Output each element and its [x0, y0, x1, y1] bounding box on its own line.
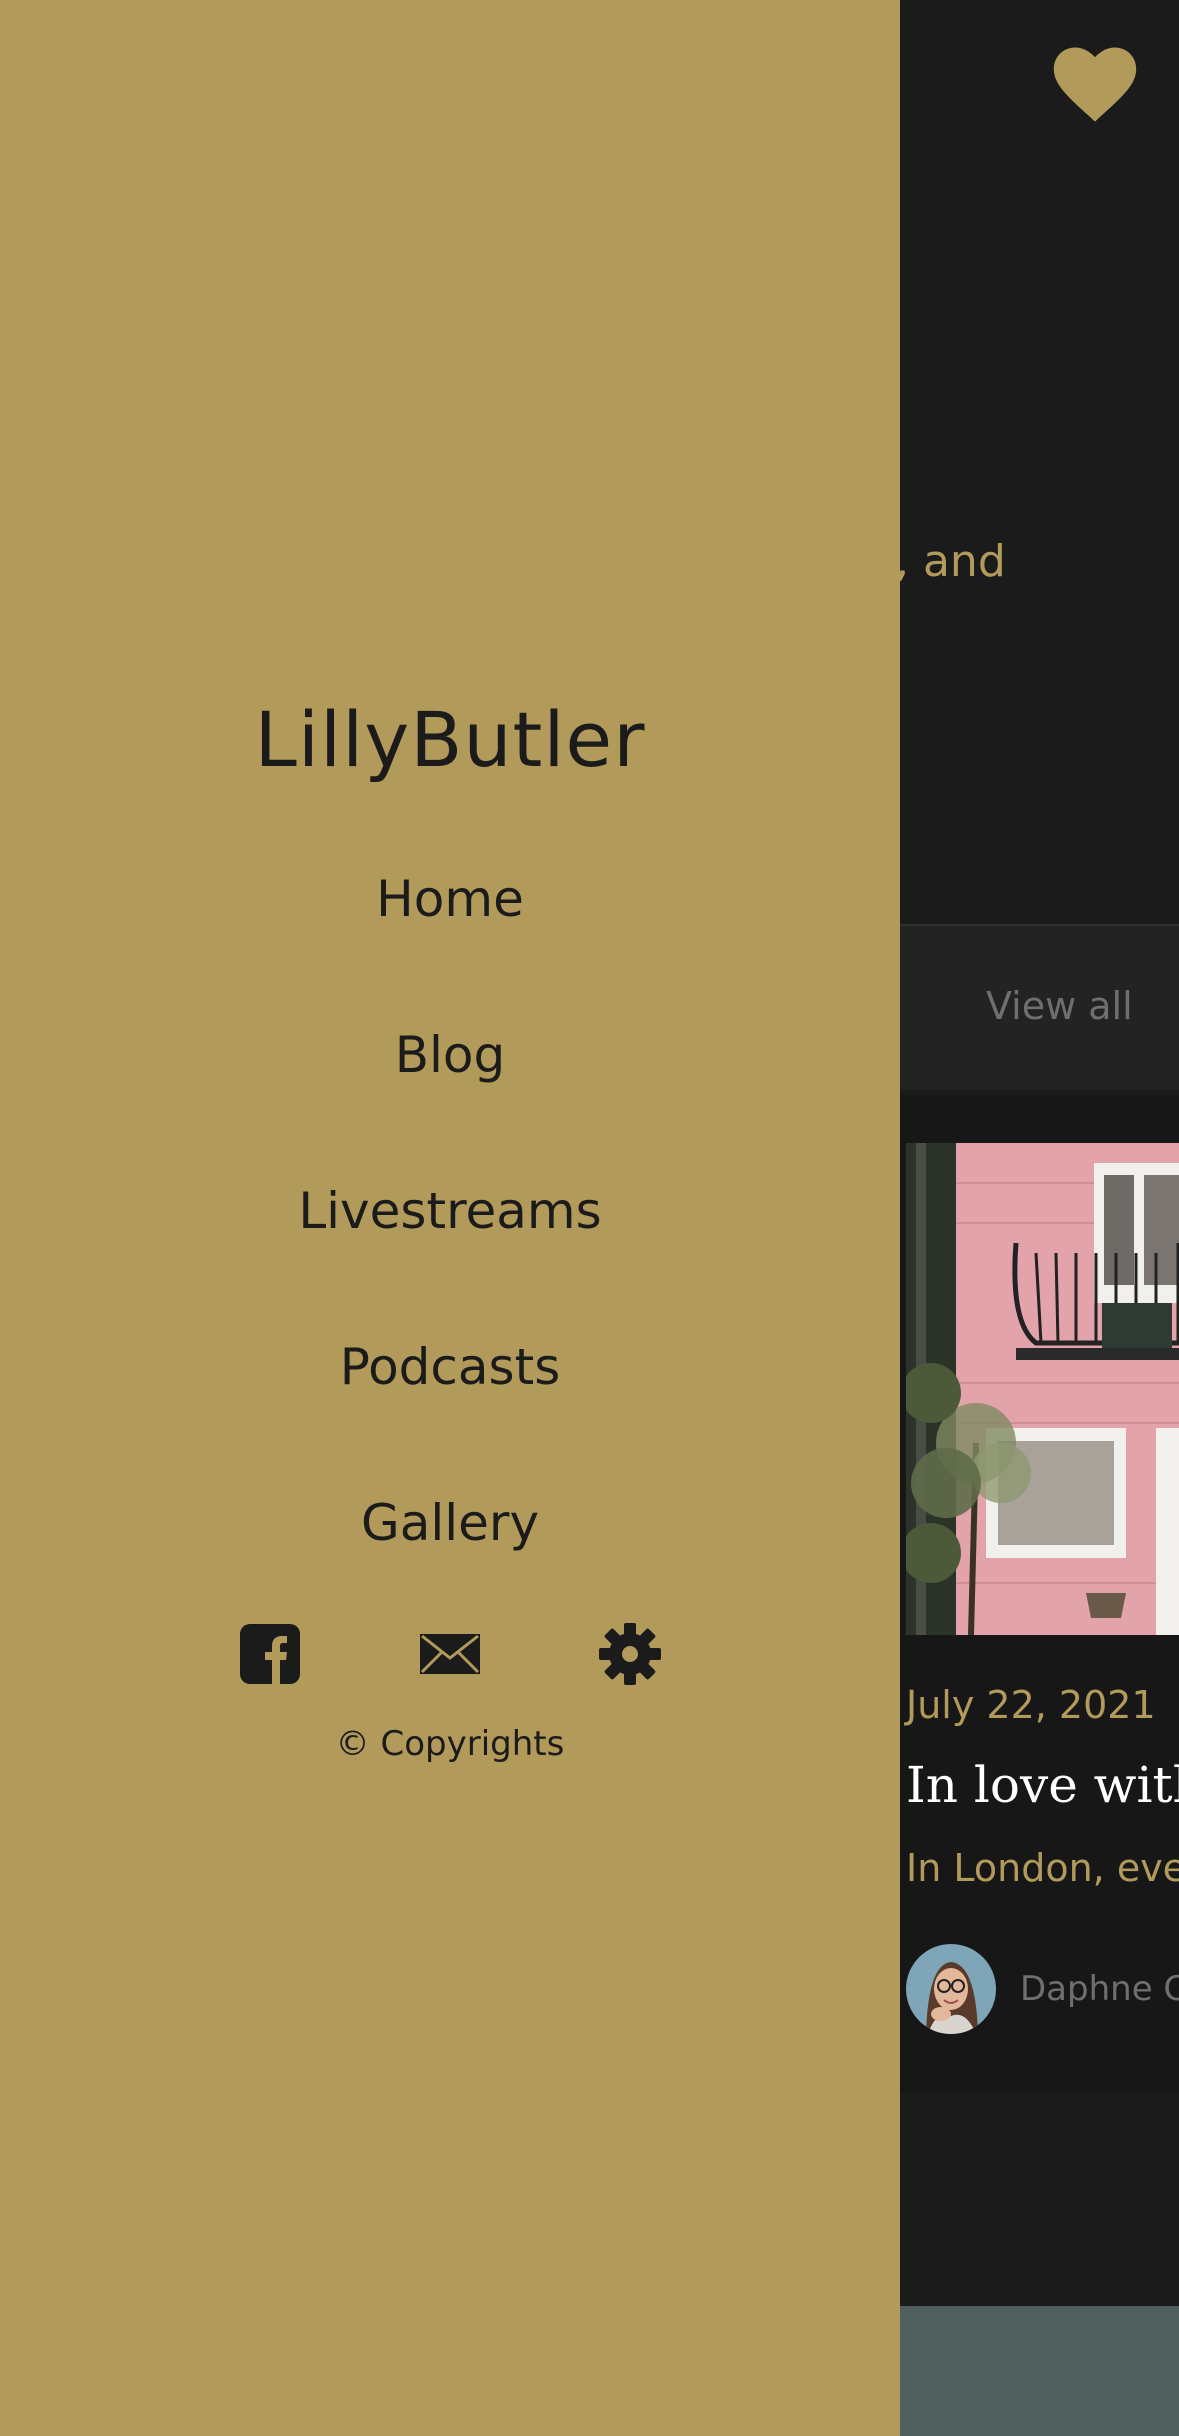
settings-button[interactable]	[598, 1622, 662, 1686]
facebook-button[interactable]	[238, 1622, 302, 1686]
nav-item-livestreams[interactable]: Livestreams	[0, 1182, 900, 1240]
card-image[interactable]	[906, 1143, 1179, 1635]
building-photo	[906, 1143, 1179, 1635]
brand-logo[interactable]: LillyButler	[0, 695, 900, 784]
hero-text: , and	[895, 536, 1006, 587]
email-button[interactable]	[418, 1622, 482, 1686]
nav-item-podcasts[interactable]: Podcasts	[0, 1338, 900, 1396]
view-all-link[interactable]: View all	[986, 984, 1133, 1028]
author-name[interactable]: Daphne C	[1020, 1969, 1179, 2009]
gear-icon	[599, 1623, 661, 1685]
nav-drawer: LillyButler Home Blog Livestreams Podcas…	[0, 0, 900, 2436]
nav-item-home[interactable]: Home	[0, 870, 900, 928]
nav-item-gallery[interactable]: Gallery	[0, 1494, 900, 1552]
heart-icon	[1053, 47, 1137, 122]
next-card-preview[interactable]	[880, 2306, 1179, 2436]
card-date: July 22, 2021	[906, 1683, 1156, 1727]
card-title[interactable]: In love with	[906, 1756, 1179, 1814]
nav-item-blog[interactable]: Blog	[0, 1026, 900, 1084]
mail-icon	[420, 1634, 480, 1674]
author-photo	[906, 1944, 996, 2034]
favorite-button[interactable]	[1052, 44, 1138, 124]
author-avatar[interactable]	[906, 1944, 996, 2034]
copyright-text: © Copyrights	[335, 1724, 565, 1764]
card-excerpt: In London, eve	[906, 1846, 1179, 1890]
facebook-icon	[240, 1624, 300, 1684]
